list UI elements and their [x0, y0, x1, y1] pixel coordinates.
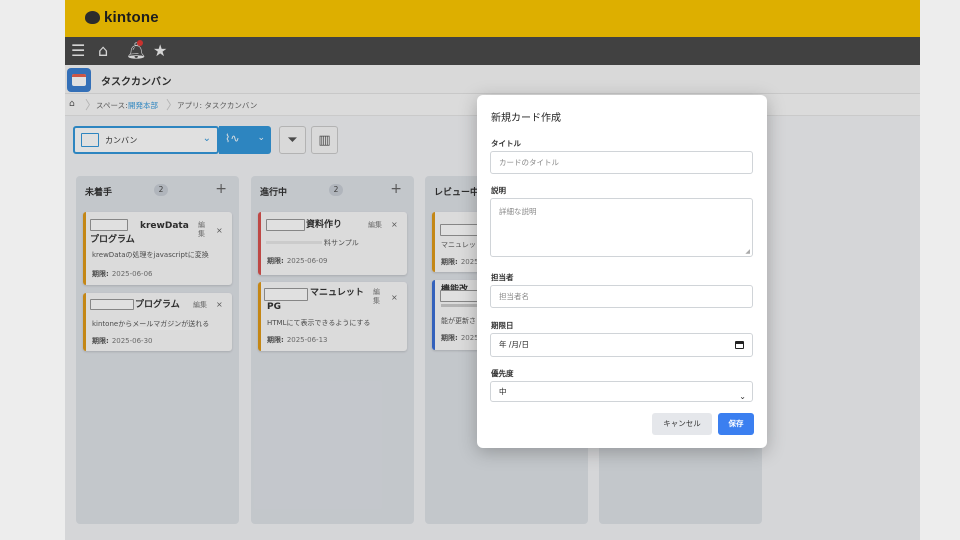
modal-title: 新規カード作成	[491, 113, 561, 124]
new-card-modal: 新規カード作成 タイトル カードのタイトル 説明 詳細な説明 ◢ 担当者 担当者…	[477, 95, 767, 448]
priority-select[interactable]: 中 ⌄	[490, 381, 753, 402]
description-placeholder: 詳細な説明	[499, 207, 537, 216]
resize-handle-icon[interactable]: ◢	[745, 248, 750, 255]
title-input[interactable]: カードのタイトル	[490, 151, 753, 174]
due-date-input[interactable]: 年 /月/日	[490, 333, 753, 357]
due-date-label: 期限日	[491, 321, 514, 330]
title-label: タイトル	[491, 139, 521, 148]
assignee-label: 担当者	[491, 273, 514, 282]
description-label: 説明	[491, 186, 506, 195]
assignee-input[interactable]: 担当者名	[490, 285, 753, 308]
due-date-placeholder: 年 /月/日	[499, 340, 529, 349]
save-button[interactable]: 保存	[718, 413, 754, 435]
priority-selected-value: 中	[499, 387, 507, 396]
description-textarea[interactable]: 詳細な説明 ◢	[490, 198, 753, 257]
priority-label: 優先度	[491, 369, 514, 378]
title-placeholder: カードのタイトル	[499, 158, 559, 167]
calendar-icon[interactable]	[735, 341, 744, 349]
assignee-placeholder: 担当者名	[499, 292, 529, 301]
chevron-down-icon: ⌄	[739, 392, 746, 401]
cancel-button[interactable]: キャンセル	[652, 413, 712, 435]
